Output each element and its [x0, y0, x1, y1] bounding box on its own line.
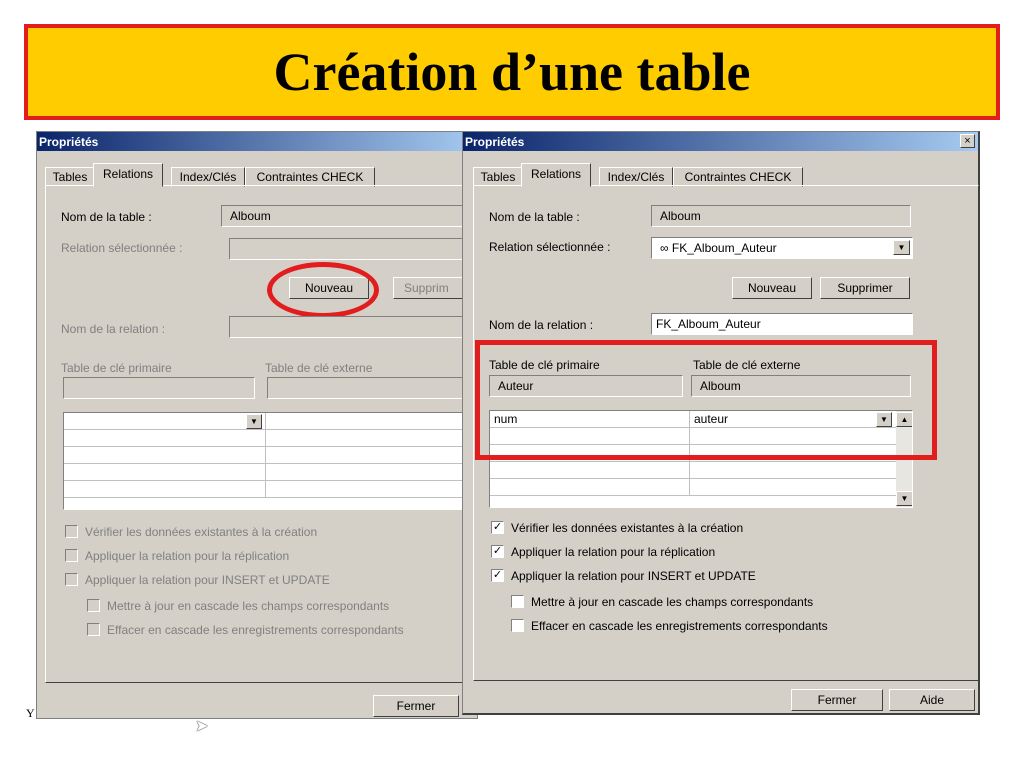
insert-update-checkbox[interactable] [65, 573, 78, 586]
cascade-delete-checkbox[interactable] [87, 623, 100, 636]
tab-index-keys[interactable]: Index/Clés [171, 167, 245, 187]
table-name-field: Alboum [651, 205, 911, 227]
grid-cell[interactable] [266, 447, 472, 464]
cascade-delete-label: Effacer en cascade les enregistrements c… [531, 619, 828, 633]
label-selected-relation: Relation sélectionnée : [61, 241, 183, 255]
dialog-title-right: Propriétés [465, 135, 525, 149]
replication-label: Appliquer la relation pour la réplicatio… [511, 545, 716, 559]
insert-update-label: Appliquer la relation pour INSERT et UPD… [511, 569, 756, 583]
grid-cell[interactable] [266, 430, 472, 447]
label-table-name: Nom de la table : [489, 210, 580, 224]
grid-cell[interactable] [690, 462, 896, 479]
label-table-name: Nom de la table : [61, 210, 152, 224]
tab-tables[interactable]: Tables [45, 167, 95, 187]
verify-checkbox[interactable] [65, 525, 78, 538]
new-relation-button[interactable]: Nouveau [732, 277, 812, 299]
highlight-oval [267, 262, 379, 318]
grid-cell[interactable] [64, 481, 266, 498]
cascade-delete-checkbox[interactable] [511, 619, 524, 632]
cascade-update-label: Mettre à jour en cascade les champs corr… [531, 595, 814, 609]
tab-relations[interactable]: Relations [93, 163, 163, 187]
label-relation-name: Nom de la relation : [61, 322, 166, 336]
grid-cell[interactable] [490, 479, 690, 496]
selected-relation-value: FK_Alboum_Auteur [671, 241, 777, 255]
scroll-down-icon[interactable]: ▼ [896, 491, 912, 506]
grid-cell[interactable] [64, 430, 266, 447]
chevron-down-icon[interactable]: ▼ [893, 240, 910, 255]
replication-checkbox[interactable]: ✓ [491, 545, 504, 558]
dialog-title-left: Propriétés [39, 135, 99, 149]
grid-cell[interactable] [690, 479, 896, 496]
tab-tables[interactable]: Tables [473, 167, 523, 187]
relation-link-icon: ∞ [660, 241, 669, 255]
mouse-cursor-icon: ➤ [195, 718, 209, 735]
verify-label: Vérifier les données existantes à la cré… [85, 525, 318, 539]
close-button-right[interactable]: Fermer [791, 689, 883, 711]
primary-table-field [63, 377, 255, 399]
cascade-update-checkbox[interactable] [87, 599, 100, 612]
tab-check-constraints[interactable]: Contraintes CHECK [245, 167, 375, 187]
label-primary-key-table: Table de clé primaire [61, 361, 172, 375]
help-button[interactable]: Aide [889, 689, 975, 711]
highlight-rectangle [475, 340, 937, 460]
cascade-update-label: Mettre à jour en cascade les champs corr… [107, 599, 390, 613]
selected-relation-select[interactable]: ∞ FK_Alboum_Auteur [651, 237, 913, 259]
chevron-down-icon[interactable]: ▼ [246, 414, 262, 429]
grid-cell[interactable] [266, 413, 472, 430]
verify-label: Vérifier les données existantes à la cré… [511, 521, 744, 535]
label-relation-name: Nom de la relation : [489, 318, 594, 332]
slide-title: Création d’une table [273, 42, 751, 102]
properties-dialog-right: Propriétés × Tables Relations Index/Clés… [462, 131, 980, 715]
properties-dialog-left: Propriétés Tables Relations Index/Clés C… [36, 131, 479, 719]
grid-cell[interactable] [266, 464, 472, 481]
slide-title-banner: Création d’une table [24, 24, 1000, 120]
grid-cell[interactable] [64, 464, 266, 481]
grid-cell[interactable] [266, 481, 472, 498]
close-icon[interactable]: × [960, 134, 975, 148]
grid-cell[interactable] [64, 413, 266, 430]
insert-update-label: Appliquer la relation pour INSERT et UPD… [85, 573, 330, 587]
relation-name-field [229, 316, 473, 338]
tab-relations[interactable]: Relations [521, 163, 591, 187]
footer-char: Y [26, 706, 35, 720]
grid-cell[interactable] [64, 447, 266, 464]
titlebar-right: Propriétés × [463, 132, 978, 151]
titlebar-left: Propriétés [37, 132, 477, 151]
replication-label: Appliquer la relation pour la réplicatio… [85, 549, 290, 563]
label-foreign-key-table: Table de clé externe [265, 361, 373, 375]
foreign-table-field [267, 377, 473, 399]
relation-name-input[interactable]: FK_Alboum_Auteur [651, 313, 913, 335]
tab-check-constraints[interactable]: Contraintes CHECK [673, 167, 803, 187]
label-selected-relation: Relation sélectionnée : [489, 240, 611, 254]
table-name-field: Alboum [221, 205, 473, 227]
verify-checkbox[interactable]: ✓ [491, 521, 504, 534]
replication-checkbox[interactable] [65, 549, 78, 562]
columns-grid-left[interactable]: ▼ [63, 412, 473, 510]
selected-relation-field [229, 238, 473, 260]
cascade-delete-label: Effacer en cascade les enregistrements c… [107, 623, 404, 637]
grid-cell[interactable] [490, 462, 690, 479]
tab-index-keys[interactable]: Index/Clés [599, 167, 673, 187]
delete-relation-button[interactable]: Supprimer [820, 277, 910, 299]
insert-update-checkbox[interactable]: ✓ [491, 569, 504, 582]
cascade-update-checkbox[interactable] [511, 595, 524, 608]
close-button-left[interactable]: Fermer [373, 695, 459, 717]
